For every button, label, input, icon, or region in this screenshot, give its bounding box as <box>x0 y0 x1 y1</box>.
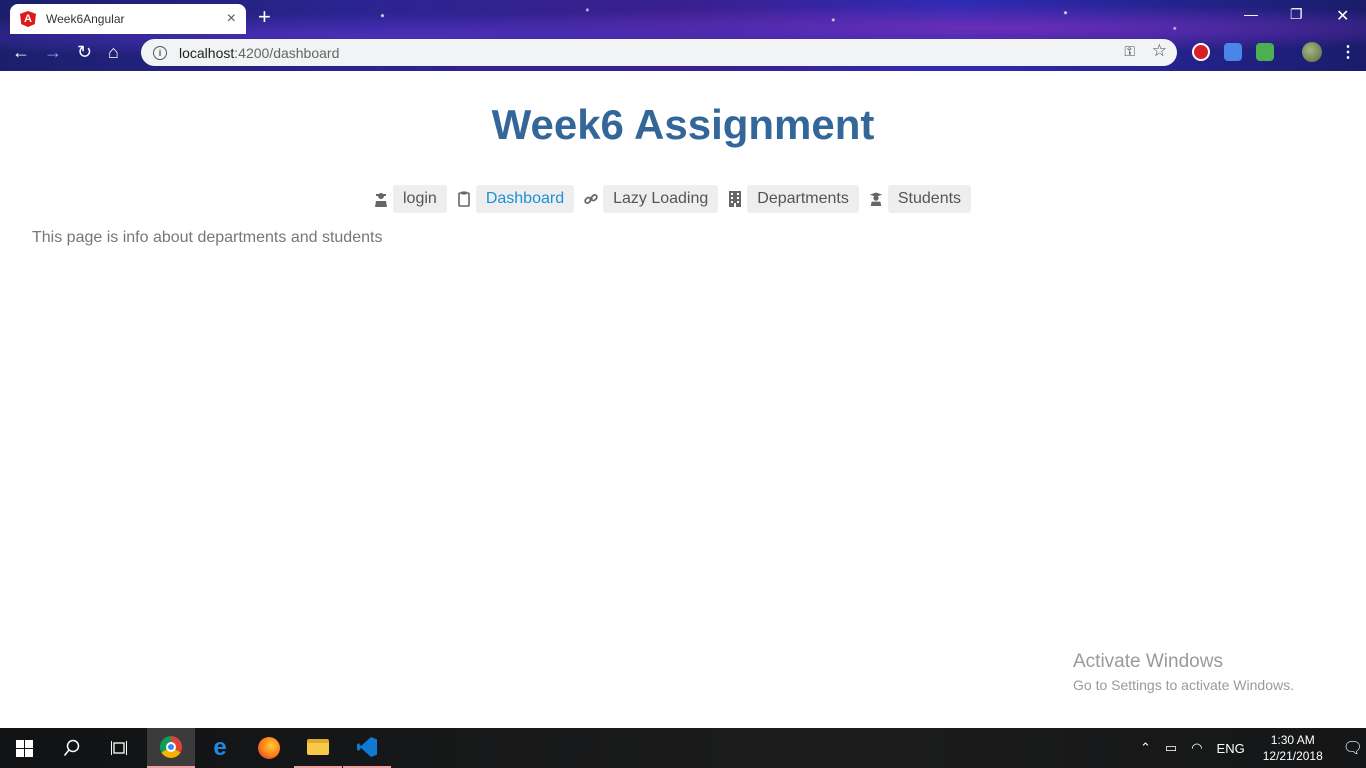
nav-link-login[interactable]: login <box>393 185 447 213</box>
home-icon[interactable]: ⌂ <box>108 42 119 62</box>
chevron-up-icon[interactable]: ⌃ <box>1140 740 1151 756</box>
user-secret-icon <box>374 191 388 207</box>
clipboard-icon <box>457 191 471 207</box>
taskbar-edge[interactable]: e <box>196 728 244 768</box>
folder-icon <box>307 739 329 755</box>
angular-favicon-icon: A <box>20 11 36 27</box>
activate-windows-watermark: Activate Windows Go to Settings to activ… <box>1073 651 1294 693</box>
forward-arrow-icon[interactable]: → <box>44 42 62 62</box>
notification-icon[interactable]: 🗨 <box>1343 738 1363 758</box>
system-tray: ⌃ ▭ ◠ ENG 1:30 AM 12/21/2018 🗨 <box>1140 728 1363 768</box>
clock-date: 12/21/2018 <box>1262 749 1323 763</box>
tab-close-icon[interactable]: × <box>227 11 236 27</box>
nav-link-departments[interactable]: Departments <box>747 185 859 213</box>
search-icon <box>63 739 80 756</box>
page-content: Week6 Assignment login Dashboard Lazy Lo… <box>0 71 1366 728</box>
language-indicator[interactable]: ENG <box>1217 741 1245 756</box>
nav-item-departments: Departments <box>728 185 859 213</box>
translate-extension-icon[interactable] <box>1224 43 1242 61</box>
url-host: localhost <box>179 44 235 61</box>
taskbar-vscode[interactable] <box>343 728 391 768</box>
address-bar[interactable]: i localhost:4200/dashboard ⚿ ☆ <box>141 39 1177 66</box>
browser-tab[interactable]: A Week6Angular × <box>10 4 246 34</box>
search-button[interactable] <box>48 728 96 768</box>
taskbar-firefox[interactable] <box>245 728 293 768</box>
watermark-title: Activate Windows <box>1073 651 1223 672</box>
profile-avatar[interactable] <box>1302 42 1322 62</box>
nav-item-dashboard: Dashboard <box>457 185 575 213</box>
browser-menu-icon[interactable]: ⋮ <box>1340 42 1356 62</box>
main-nav: login Dashboard Lazy Loading Departments… <box>374 185 981 213</box>
clock[interactable]: 1:30 AM 12/21/2018 <box>1263 732 1323 764</box>
start-button[interactable] <box>0 728 48 768</box>
tab-title: Week6Angular <box>46 12 125 26</box>
window-close-button[interactable]: ✕ <box>1336 6 1349 26</box>
nav-link-students[interactable]: Students <box>887 185 972 213</box>
nav-item-login: login <box>374 185 447 213</box>
taskbar-chrome[interactable] <box>147 728 195 768</box>
nav-item-students: Students <box>869 185 972 213</box>
taskbar-file-explorer[interactable] <box>294 728 342 768</box>
task-view-button[interactable] <box>96 728 144 768</box>
url-text[interactable]: localhost:4200/dashboard <box>179 45 339 61</box>
nav-link-lazy-loading[interactable]: Lazy Loading <box>603 185 719 213</box>
wifi-icon[interactable]: ◠ <box>1191 740 1202 756</box>
nav-link-dashboard[interactable]: Dashboard <box>475 185 575 213</box>
nav-item-lazy-loading: Lazy Loading <box>584 185 719 213</box>
mail-extension-icon[interactable] <box>1256 43 1274 61</box>
site-info-icon[interactable]: i <box>153 45 167 60</box>
task-view-icon <box>111 741 127 755</box>
clock-time: 1:30 AM <box>1270 733 1315 747</box>
restore-button[interactable]: ❐ <box>1290 6 1303 23</box>
back-arrow-icon[interactable]: ← <box>12 42 30 62</box>
watermark-subtitle: Go to Settings to activate Windows. <box>1073 677 1294 693</box>
adblock-extension-icon[interactable] <box>1192 43 1210 61</box>
new-tab-button[interactable]: + <box>258 6 271 28</box>
reload-icon[interactable]: ↻ <box>77 42 92 62</box>
info-text: This page is info about departments and … <box>32 229 383 246</box>
chrome-icon <box>160 736 182 758</box>
browser-chrome: A Week6Angular × + — ❐ ✕ ← → ↻ ⌂ i local… <box>0 0 1366 71</box>
edge-icon: e <box>213 734 227 761</box>
graduate-icon <box>869 191 883 207</box>
browser-toolbar: ← → ↻ ⌂ i localhost:4200/dashboard ⚿ ☆ ⋮ <box>0 34 1366 71</box>
page-title: Week6 Assignment <box>491 101 875 148</box>
building-icon <box>728 191 742 207</box>
bookmark-star-icon[interactable]: ☆ <box>1152 41 1167 61</box>
battery-icon[interactable]: ▭ <box>1165 740 1177 756</box>
vscode-icon <box>357 737 377 757</box>
minimize-button[interactable]: — <box>1244 6 1258 22</box>
key-icon[interactable]: ⚿ <box>1124 43 1135 60</box>
windows-taskbar: e ⌃ ▭ ◠ ENG 1:30 AM 12/21/2018 🗨 <box>0 728 1366 768</box>
firefox-icon <box>258 737 280 759</box>
windows-logo-icon <box>15 739 33 757</box>
link-icon <box>584 191 598 207</box>
url-path: :4200/dashboard <box>234 44 340 61</box>
